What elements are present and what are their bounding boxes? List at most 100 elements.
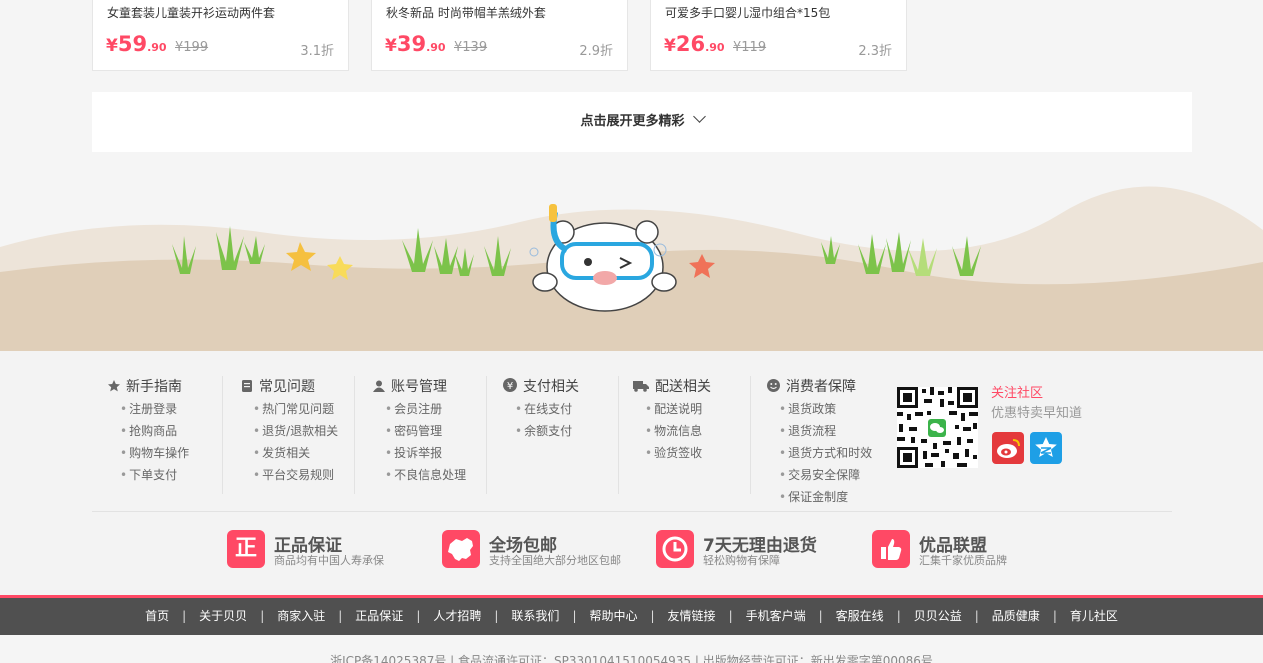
nav-separator: | (974, 609, 979, 623)
product-card[interactable]: 女童套装儿童装开衫运动两件套 ¥59.90 ¥199 3.1折 (92, 0, 349, 71)
product-discount: 3.1折 (300, 44, 334, 59)
weibo-icon[interactable] (992, 432, 1024, 464)
help-link[interactable]: 余额支付 (503, 420, 619, 442)
product-price: ¥26.90 (664, 32, 725, 56)
qr-code[interactable] (897, 387, 978, 468)
help-column-guide: 新手指南 注册登录 抢购商品 购物车操作 下单支付 (92, 376, 223, 494)
community-subtitle: 优惠特卖早知道 (991, 406, 1083, 421)
guarantee-subtitle: 商品均有中国人寿承保 (274, 554, 384, 567)
footer-nav-link[interactable]: 友情链接 (668, 598, 716, 635)
truck-icon (633, 377, 649, 392)
help-link[interactable]: 退货方式和时效 (767, 442, 883, 464)
nav-separator: | (818, 609, 823, 623)
qzone-icon[interactable] (1030, 432, 1062, 464)
nav-separator: | (494, 609, 499, 623)
footer-nav-link[interactable]: 品质健康 (992, 598, 1040, 635)
footer-nav-link[interactable]: 贝贝公益 (914, 598, 962, 635)
product-discount: 2.3折 (858, 44, 892, 59)
help-link[interactable]: 购物车操作 (108, 442, 223, 464)
help-column-title[interactable]: 新手指南 (108, 376, 223, 398)
product-price: ¥59.90 (106, 32, 167, 56)
help-link[interactable]: 热门常见问题 (241, 398, 355, 420)
help-link[interactable]: 密码管理 (373, 420, 487, 442)
footer-nav-link[interactable]: 人才招聘 (433, 598, 481, 635)
nav-separator: | (182, 609, 187, 623)
yen-icon: ¥ (503, 377, 517, 392)
china-map-icon (442, 530, 480, 568)
help-link[interactable]: 不良信息处理 (373, 464, 487, 486)
help-link[interactable]: 下单支付 (108, 464, 223, 486)
help-link[interactable]: 发货相关 (241, 442, 355, 464)
community-follow: 关注社区 优惠特卖早知道 (991, 384, 1082, 424)
help-column-title[interactable]: ¥ 支付相关 (503, 376, 619, 398)
community-title[interactable]: 关注社区 (991, 384, 1082, 404)
nav-separator: | (650, 609, 655, 623)
help-column-faq: 常见问题 热门常见问题 退货/退款相关 发货相关 平台交易规则 (223, 376, 355, 494)
help-link[interactable]: 抢购商品 (108, 420, 223, 442)
nav-separator: | (896, 609, 901, 623)
help-link[interactable]: 退货政策 (767, 398, 883, 420)
footer-nav-link[interactable]: 育儿社区 (1070, 598, 1118, 635)
help-link[interactable]: 注册登录 (108, 398, 223, 420)
product-list: 女童套装儿童装开衫运动两件套 ¥59.90 ¥199 3.1折 秋冬新品 时尚带… (92, 0, 1192, 72)
footer-nav-link[interactable]: 客服在线 (836, 598, 884, 635)
product-original-price: ¥139 (454, 40, 488, 55)
product-card[interactable]: 可爱多手口婴儿湿巾组合*15包 ¥26.90 ¥119 2.3折 (650, 0, 907, 71)
nav-separator: | (260, 609, 265, 623)
thumbs-up-icon (872, 530, 910, 568)
clock-icon (656, 530, 694, 568)
help-link[interactable]: 退货流程 (767, 420, 883, 442)
guarantee-free-shipping: 全场包邮 支持全国绝大部分地区包邮 (442, 530, 642, 570)
guarantee-subtitle: 轻松购物有保障 (703, 554, 780, 567)
svg-text:¥: ¥ (507, 381, 513, 392)
chevron-down-icon (692, 110, 706, 123)
help-column-title[interactable]: 常见问题 (241, 376, 355, 398)
expand-more-button[interactable]: 点击展开更多精彩 (92, 92, 1192, 152)
expand-more-label: 点击展开更多精彩 (580, 114, 685, 129)
footer-nav-link[interactable]: 首页 (145, 598, 169, 635)
help-link[interactable]: 配送说明 (633, 398, 751, 420)
guarantee-alliance: 优品联盟 汇集千家优质品牌 (872, 530, 1052, 570)
nav-separator: | (728, 609, 733, 623)
footer-nav-link[interactable]: 联系我们 (511, 598, 559, 635)
help-column-title[interactable]: 账号管理 (373, 376, 487, 398)
nav-separator: | (1052, 609, 1057, 623)
guarantee-subtitle: 支持全国绝大部分地区包邮 (489, 554, 621, 567)
guarantee-subtitle: 汇集千家优质品牌 (919, 554, 1007, 567)
footer-nav-link[interactable]: 商家入驻 (277, 598, 325, 635)
footer-nav-link[interactable]: 关于贝贝 (199, 598, 247, 635)
help-link[interactable]: 会员注册 (373, 398, 487, 420)
help-column-account: 账号管理 会员注册 密码管理 投诉举报 不良信息处理 (355, 376, 487, 494)
help-column-payment: ¥支付相关 在线支付 余额支付 (487, 376, 619, 494)
help-column-title[interactable]: 消费者保障 (767, 376, 883, 398)
smile-icon (767, 377, 780, 392)
document-icon (241, 377, 253, 392)
product-card[interactable]: 秋冬新品 时尚带帽羊羔绒外套 ¥39.90 ¥139 2.9折 (371, 0, 628, 71)
footer-nav-link[interactable]: 正品保证 (355, 598, 403, 635)
footer-divider (92, 511, 1172, 512)
help-link[interactable]: 验货签收 (633, 442, 751, 464)
help-link[interactable]: 交易安全保障 (767, 464, 883, 486)
product-name[interactable]: 秋冬新品 时尚带帽羊羔绒外套 (386, 4, 546, 21)
icp-license: 浙ICP备14025387号 | 食品流通许可证：SP3301041510054… (330, 654, 933, 663)
help-link[interactable]: 在线支付 (503, 398, 619, 420)
product-name[interactable]: 女童套装儿童装开衫运动两件套 (107, 4, 275, 21)
help-link[interactable]: 平台交易规则 (241, 464, 355, 486)
help-column-delivery: 配送相关 配送说明 物流信息 验货签收 (619, 376, 751, 494)
guarantee-authentic: 正 正品保证 商品均有中国人寿承保 (227, 530, 417, 570)
footer-nav: 首页 | 关于贝贝 | 商家入驻 | 正品保证 | 人才招聘 | 联系我们 | 帮助中心 | 友情链接 | 手机… (0, 595, 1263, 635)
help-link[interactable]: 保证金制度 (767, 486, 883, 508)
footer-nav-link[interactable]: 帮助中心 (589, 598, 637, 635)
help-column-title[interactable]: 配送相关 (633, 376, 751, 398)
product-original-price: ¥119 (733, 40, 767, 55)
product-name[interactable]: 可爱多手口婴儿湿巾组合*15包 (665, 4, 830, 21)
nav-separator: | (572, 609, 577, 623)
footer-nav-link[interactable]: 手机客户端 (746, 598, 806, 635)
seabed-illustration (0, 186, 1263, 352)
user-icon (373, 377, 385, 392)
help-link[interactable]: 物流信息 (633, 420, 751, 442)
help-link[interactable]: 退货/退款相关 (241, 420, 355, 442)
product-discount: 2.9折 (579, 44, 613, 59)
help-link[interactable]: 投诉举报 (373, 442, 487, 464)
guarantee-return: 7天无理由退货 轻松购物有保障 (656, 530, 846, 570)
